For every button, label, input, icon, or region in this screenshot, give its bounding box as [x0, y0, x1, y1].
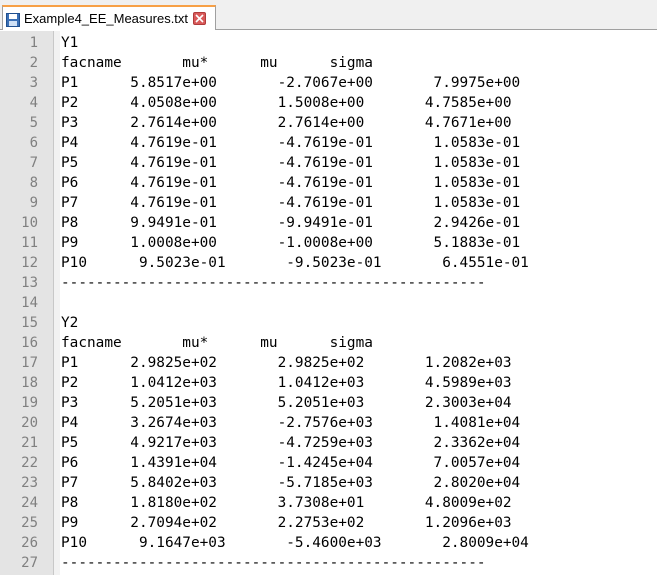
code-line[interactable]: facname mu* mu sigma: [61, 333, 373, 353]
line-number: 2: [29, 55, 38, 71]
file-tab[interactable]: Example4_EE_Measures.txt: [2, 5, 216, 30]
line-number: 22: [21, 455, 38, 471]
line-number: 6: [29, 135, 38, 151]
save-icon: [6, 12, 20, 27]
code-line[interactable]: P8 9.9491e-01 -9.9491e-01 2.9426e-01: [61, 213, 520, 233]
line-number: 12: [21, 255, 38, 271]
line-number: 1: [29, 35, 38, 51]
text-editor[interactable]: 1 2 3 4 5 6 7 8 9 10 11 12 13 14 15 16 17 18 19 20 21 22 23 24 2…: [0, 31, 657, 575]
code-area[interactable]: Y1 facname mu* mu sigma P1 5.8517e+00 -2.7…: [61, 31, 657, 575]
line-number: 5: [29, 115, 38, 131]
line-number: 19: [21, 395, 38, 411]
code-line[interactable]: P6 1.4391e+04 -1.4245e+04 7.0057e+04: [61, 453, 520, 473]
code-line[interactable]: P3 5.2051e+03 5.2051e+03 2.3003e+04: [61, 393, 512, 413]
code-line[interactable]: P1 2.9825e+02 2.9825e+02 1.2082e+03: [61, 353, 512, 373]
line-number: 24: [21, 495, 38, 511]
line-number: 3: [29, 75, 38, 91]
line-number: 9: [29, 195, 38, 211]
close-icon[interactable]: [193, 12, 207, 25]
line-number: 17: [21, 355, 38, 371]
line-number: 27: [21, 555, 38, 571]
tab-bar: Example4_EE_Measures.txt: [0, 0, 657, 30]
code-line[interactable]: P4 3.2674e+03 -2.7576e+03 1.4081e+04: [61, 413, 520, 433]
code-line[interactable]: facname mu* mu sigma: [61, 53, 373, 73]
line-number: 23: [21, 475, 38, 491]
code-line[interactable]: P3 2.7614e+00 2.7614e+00 4.7671e+00: [61, 113, 512, 133]
line-number: 15: [21, 315, 38, 331]
code-line[interactable]: P9 2.7094e+02 2.2753e+02 1.2096e+03: [61, 513, 512, 533]
code-line[interactable]: Y2: [61, 313, 78, 333]
code-line[interactable]: P10 9.1647e+03 -5.4600e+03 2.8009e+04: [61, 533, 529, 553]
line-number: 8: [29, 175, 38, 191]
code-line[interactable]: P9 1.0008e+00 -1.0008e+00 5.1883e-01: [61, 233, 520, 253]
code-line[interactable]: P6 4.7619e-01 -4.7619e-01 1.0583e-01: [61, 173, 520, 193]
line-number: 20: [21, 415, 38, 431]
code-line[interactable]: P2 1.0412e+03 1.0412e+03 4.5989e+03: [61, 373, 512, 393]
line-number: 10: [21, 215, 38, 231]
line-number: 4: [29, 95, 38, 111]
code-line[interactable]: P4 4.7619e-01 -4.7619e-01 1.0583e-01: [61, 133, 520, 153]
tab-title: Example4_EE_Measures.txt: [24, 11, 189, 26]
line-number: 14: [21, 295, 38, 311]
code-line[interactable]: P8 1.8180e+02 3.7308e+01 4.8009e+02: [61, 493, 512, 513]
line-number-gutter: 1 2 3 4 5 6 7 8 9 10 11 12 13 14 15 16 17 18 19 20 21 22 23 24 2…: [0, 31, 54, 575]
line-number: 13: [21, 275, 38, 291]
code-line[interactable]: P7 4.7619e-01 -4.7619e-01 1.0583e-01: [61, 193, 520, 213]
line-number: 11: [21, 235, 38, 251]
code-line[interactable]: P5 4.9217e+03 -4.7259e+03 2.3362e+04: [61, 433, 520, 453]
code-line[interactable]: Y1: [61, 33, 78, 53]
code-line[interactable]: P10 9.5023e-01 -9.5023e-01 6.4551e-01: [61, 253, 529, 273]
code-line[interactable]: ----------------------------------------…: [61, 553, 486, 573]
code-line[interactable]: P2 4.0508e+00 1.5008e+00 4.7585e+00: [61, 93, 512, 113]
code-line[interactable]: P7 5.8402e+03 -5.7185e+03 2.8020e+04: [61, 473, 520, 493]
line-number: 16: [21, 335, 38, 351]
code-line[interactable]: ----------------------------------------…: [61, 273, 486, 293]
fold-margin: [54, 31, 60, 575]
code-line[interactable]: P5 4.7619e-01 -4.7619e-01 1.0583e-01: [61, 153, 520, 173]
line-number: 21: [21, 435, 38, 451]
line-number: 7: [29, 155, 38, 171]
line-number: 26: [21, 535, 38, 551]
line-number: 18: [21, 375, 38, 391]
line-number: 25: [21, 515, 38, 531]
code-line[interactable]: P1 5.8517e+00 -2.7067e+00 7.9975e+00: [61, 73, 520, 93]
